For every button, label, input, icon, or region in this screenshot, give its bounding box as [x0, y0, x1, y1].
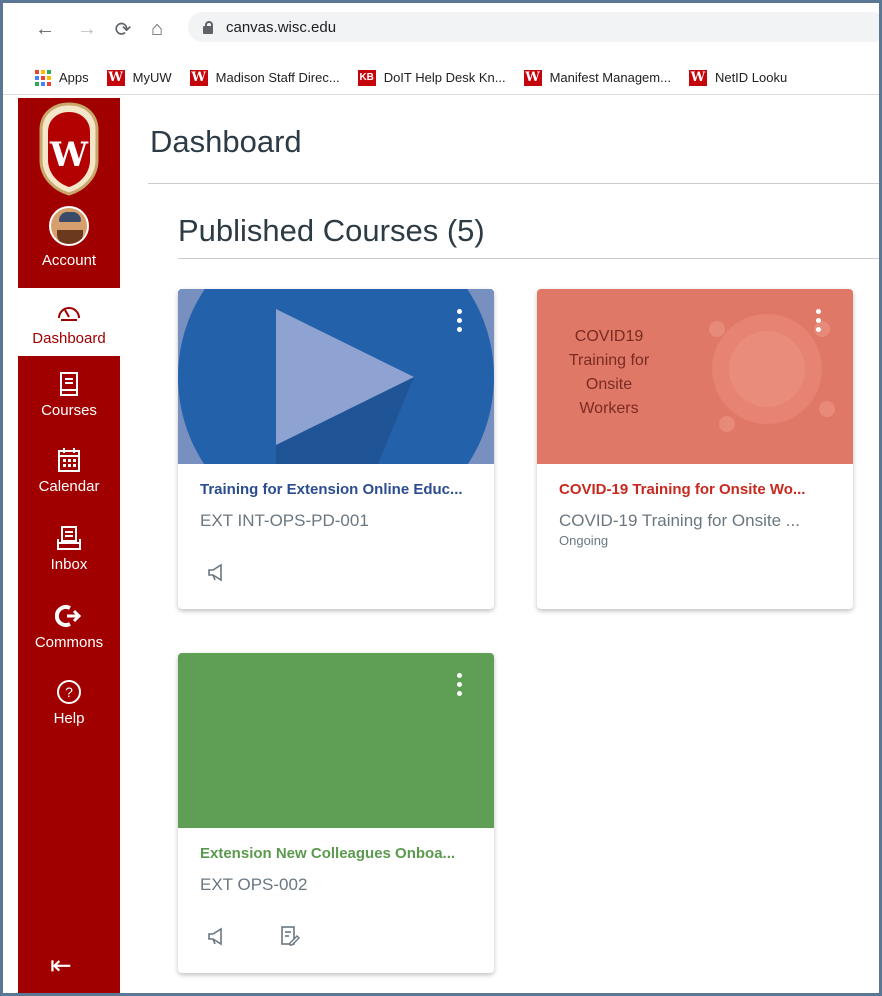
bookmark-label: DoIT Help Desk Kn... — [383, 70, 506, 85]
svg-text:?: ? — [65, 684, 73, 700]
sidebar-item-label: Help — [53, 710, 85, 727]
card-options-icon[interactable] — [813, 309, 823, 339]
bookmark-label: Madison Staff Direc... — [215, 70, 340, 85]
inbox-icon — [57, 526, 81, 550]
courses-icon — [60, 372, 78, 396]
course-card[interactable]: Training for Extension Online Educ... EX… — [178, 289, 494, 609]
global-nav-sidebar: W Account Dashboard Courses Calendar Inb… — [18, 98, 120, 993]
course-card-hero[interactable] — [178, 289, 494, 464]
course-card-code: EXT OPS-002 — [200, 875, 308, 894]
kb-logo-icon: KB — [357, 69, 376, 86]
course-card-hero[interactable] — [178, 653, 494, 828]
course-card-hero[interactable]: COVID19 Training for Onsite Workers — [537, 289, 853, 464]
bookmark-label: NetID Looku — [714, 70, 788, 85]
bookmark-myuw[interactable]: W MyUW — [106, 69, 172, 86]
bookmark-manifest[interactable]: W Manifest Managem... — [523, 69, 671, 86]
course-card-title[interactable]: COVID-19 Training for Onsite Wo... — [559, 481, 839, 498]
uw-crest-logo[interactable]: W — [33, 100, 105, 196]
uw-logo-icon: W — [523, 69, 542, 86]
card-options-icon[interactable] — [454, 309, 464, 339]
reload-icon[interactable]: ⟳ — [111, 17, 135, 41]
lock-icon — [202, 20, 214, 34]
bookmarks-bar: Apps W MyUW W Madison Staff Direc... KB … — [3, 61, 879, 95]
course-card[interactable]: COVID19 Training for Onsite Workers COVI… — [537, 289, 853, 609]
url-text: canvas.wisc.edu — [226, 18, 337, 36]
calendar-icon — [58, 448, 80, 472]
course-card-code: EXT INT-OPS-PD-001 — [200, 511, 369, 530]
sidebar-item-commons[interactable]: Commons — [18, 602, 120, 651]
sidebar-item-courses[interactable]: Courses — [18, 370, 120, 419]
home-icon[interactable]: ⌂ — [145, 17, 169, 41]
course-card-title[interactable]: Extension New Colleagues Onboa... — [200, 845, 480, 862]
browser-toolbar: ← → ⟳ ⌂ canvas.wisc.edu — [3, 3, 879, 61]
sidebar-item-label: Calendar — [38, 478, 100, 495]
sidebar-item-label: Dashboard — [32, 330, 106, 347]
svg-text:W: W — [49, 135, 89, 175]
avatar — [49, 206, 89, 246]
course-card-hero-text: COVID19 Training for Onsite Workers — [568, 328, 650, 417]
course-card-actions — [206, 925, 350, 947]
section-title: Published Courses (5) — [178, 213, 485, 248]
page-title: Dashboard — [150, 124, 302, 159]
bookmark-apps[interactable]: Apps — [35, 69, 89, 86]
bookmark-staff-directory[interactable]: W Madison Staff Direc... — [189, 69, 340, 86]
bookmark-label: Apps — [59, 70, 89, 85]
card-options-icon[interactable] — [454, 673, 464, 703]
collapse-nav-icon[interactable]: ⇤ — [50, 950, 72, 981]
sidebar-item-label: Commons — [34, 634, 104, 651]
bookmark-help-desk[interactable]: KB DoIT Help Desk Kn... — [357, 69, 506, 86]
apps-grid-icon — [35, 69, 51, 86]
course-card-term: Ongoing — [559, 533, 609, 548]
uw-logo-icon: W — [688, 69, 707, 86]
uw-logo-icon: W — [106, 69, 125, 86]
bookmark-netid[interactable]: W NetID Looku — [688, 69, 788, 86]
forward-icon[interactable]: → — [75, 17, 99, 41]
divider — [148, 183, 879, 184]
course-card[interactable]: Extension New Colleagues Onboa... EXT OP… — [178, 653, 494, 973]
sidebar-item-dashboard[interactable]: Dashboard — [18, 288, 120, 356]
play-video-image — [178, 289, 494, 464]
address-bar[interactable]: canvas.wisc.edu — [188, 12, 879, 42]
sidebar-item-label: Courses — [41, 402, 97, 419]
commons-icon — [55, 605, 82, 627]
sidebar-item-account[interactable]: Account — [18, 206, 120, 269]
sidebar-item-help[interactable]: ? Help — [18, 678, 120, 727]
sidebar-item-inbox[interactable]: Inbox — [18, 524, 120, 573]
browser-window: ← → ⟳ ⌂ canvas.wisc.edu Apps W MyUW W Ma… — [0, 0, 882, 996]
divider — [178, 258, 879, 259]
announcements-icon[interactable] — [206, 925, 228, 947]
sidebar-item-calendar[interactable]: Calendar — [18, 446, 120, 495]
uw-logo-icon: W — [189, 69, 208, 86]
bookmark-label: MyUW — [132, 70, 172, 85]
help-icon: ? — [57, 680, 81, 704]
assignments-icon[interactable] — [278, 925, 300, 947]
course-card-title[interactable]: Training for Extension Online Educ... — [200, 481, 480, 498]
course-card-actions — [206, 561, 278, 583]
sidebar-item-label: Inbox — [50, 556, 88, 573]
announcements-icon[interactable] — [206, 561, 228, 583]
bookmark-label: Manifest Managem... — [549, 70, 671, 85]
sidebar-item-label: Account — [41, 252, 97, 269]
back-icon[interactable]: ← — [33, 17, 57, 41]
main-content: Dashboard Published Courses (5) Training… — [120, 98, 879, 993]
course-card-code: COVID-19 Training for Onsite ... — [559, 511, 800, 530]
dashboard-icon — [58, 307, 80, 321]
